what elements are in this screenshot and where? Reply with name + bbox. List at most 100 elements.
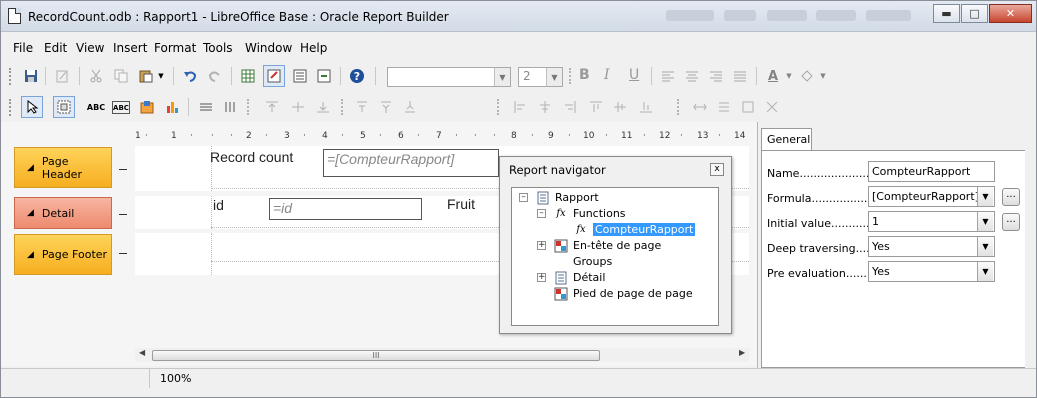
chevron-down-icon[interactable]: ▼ bbox=[977, 212, 993, 231]
menu-insert[interactable]: Insert bbox=[113, 41, 147, 55]
horizontal-scrollbar[interactable]: ◀ III ▶ bbox=[135, 348, 749, 362]
align-left-edge-icon[interactable] bbox=[511, 98, 529, 116]
chart-icon[interactable] bbox=[163, 98, 181, 116]
menu-help[interactable]: Help bbox=[300, 41, 327, 55]
undo-icon[interactable] bbox=[181, 67, 199, 85]
scroll-right-icon[interactable]: ▶ bbox=[739, 348, 745, 357]
tree-node-entete[interactable]: En-tête de page bbox=[554, 238, 661, 253]
align-center-icon[interactable] bbox=[683, 67, 701, 85]
initial-value-browse-button[interactable]: ... bbox=[1002, 213, 1020, 231]
name-field[interactable]: CompteurRapport bbox=[868, 161, 995, 182]
properties-scrollbar[interactable] bbox=[1025, 122, 1036, 368]
section-detail[interactable]: ◢ Detail bbox=[14, 197, 112, 229]
equal-size-icon[interactable] bbox=[739, 98, 757, 116]
align-bottom-edge-icon[interactable] bbox=[637, 98, 655, 116]
align-left-icon[interactable] bbox=[659, 67, 677, 85]
initial-value-field[interactable]: 1 ▼ bbox=[868, 211, 995, 232]
sorting-grouping-icon[interactable] bbox=[291, 67, 309, 85]
paste-icon[interactable] bbox=[137, 67, 155, 85]
record-count-label[interactable]: Record count bbox=[210, 149, 293, 165]
fruit-label[interactable]: Fruit bbox=[447, 196, 475, 212]
cut-icon[interactable] bbox=[87, 67, 105, 85]
font-size-combo[interactable]: 2 ▼ bbox=[518, 67, 563, 87]
formula-field[interactable]: [CompteurRapport] ▼ bbox=[868, 186, 995, 207]
section-page-header[interactable]: ◢ Page Header bbox=[14, 147, 112, 188]
expand-icon[interactable]: + bbox=[537, 241, 546, 250]
align-middle-icon[interactable] bbox=[289, 98, 307, 116]
deep-traversing-select[interactable]: Yes ▼ bbox=[868, 236, 995, 257]
menu-format[interactable]: Format bbox=[154, 41, 196, 55]
italic-icon[interactable]: I bbox=[604, 67, 610, 83]
justify-icon[interactable] bbox=[731, 67, 749, 85]
tab-general[interactable]: General bbox=[761, 128, 812, 150]
chevron-down-icon[interactable]: ▼ bbox=[818, 67, 828, 85]
font-name-combo[interactable]: ▼ bbox=[387, 67, 511, 87]
background-color-icon[interactable] bbox=[798, 67, 816, 85]
scrollbar-thumb[interactable]: III bbox=[152, 350, 600, 361]
shrink-icon[interactable] bbox=[353, 98, 371, 116]
shrink-bottom-icon[interactable] bbox=[401, 98, 419, 116]
chevron-down-icon[interactable]: ▼ bbox=[977, 237, 993, 256]
copy-icon[interactable] bbox=[112, 67, 130, 85]
collapse-icon[interactable]: – bbox=[537, 209, 546, 218]
section-page-footer[interactable]: ◢ Page Footer bbox=[14, 234, 112, 275]
collapse-triangle-icon[interactable]: ◢ bbox=[27, 163, 34, 173]
save-icon[interactable] bbox=[22, 67, 40, 85]
font-color-icon[interactable]: A bbox=[764, 67, 782, 85]
id-label[interactable]: id bbox=[213, 197, 224, 213]
menu-tools[interactable]: Tools bbox=[203, 41, 233, 55]
equal-height-icon[interactable] bbox=[715, 98, 733, 116]
menu-view[interactable]: View bbox=[76, 41, 104, 55]
menu-file[interactable]: File bbox=[13, 41, 33, 55]
collapse-triangle-icon[interactable]: ◢ bbox=[27, 250, 34, 260]
menu-window[interactable]: Window bbox=[245, 41, 292, 55]
chevron-down-icon[interactable]: ▼ bbox=[494, 68, 510, 86]
align-top-edge-icon[interactable] bbox=[587, 98, 605, 116]
tree-node-rapport[interactable]: Rapport bbox=[536, 190, 599, 205]
report-navigator-window[interactable]: Report navigator x – Rapport – fx Functi… bbox=[499, 156, 732, 334]
edit-icon[interactable] bbox=[53, 67, 71, 85]
tree-node-pied[interactable]: Pied de page de page bbox=[554, 286, 693, 301]
label-icon[interactable]: ABC bbox=[87, 98, 105, 116]
tree-node-functions[interactable]: fx Functions bbox=[554, 206, 625, 221]
record-count-field[interactable]: =[CompteurRapport] bbox=[323, 149, 499, 177]
select-area-icon[interactable] bbox=[53, 96, 75, 118]
chevron-down-icon[interactable]: ▼ bbox=[546, 68, 562, 86]
help-icon[interactable]: ? bbox=[348, 67, 366, 85]
id-field[interactable]: =id bbox=[269, 198, 422, 220]
collapse-triangle-icon[interactable]: ◢ bbox=[27, 208, 34, 218]
pre-evaluation-select[interactable]: Yes ▼ bbox=[868, 261, 995, 282]
close-button[interactable]: ✕ bbox=[989, 4, 1032, 23]
paste-dropdown-icon[interactable]: ▼ bbox=[156, 67, 166, 85]
tree-node-compteur[interactable]: fx CompteurRapport bbox=[574, 222, 696, 237]
align-top-icon[interactable] bbox=[263, 98, 281, 116]
select-pointer-icon[interactable] bbox=[21, 96, 43, 118]
collapse-icon[interactable]: – bbox=[519, 193, 528, 202]
chevron-down-icon[interactable]: ▼ bbox=[977, 262, 993, 281]
navigator-close-button[interactable]: x bbox=[710, 163, 724, 176]
chevron-down-icon[interactable]: ▼ bbox=[784, 67, 794, 85]
scroll-left-icon[interactable]: ◀ bbox=[139, 348, 145, 357]
grid-icon[interactable] bbox=[239, 67, 257, 85]
shrink-top-icon[interactable] bbox=[377, 98, 395, 116]
formula-browse-button[interactable]: ... bbox=[1002, 188, 1020, 206]
vertical-line-icon[interactable] bbox=[221, 98, 239, 116]
maximize-button[interactable]: □ bbox=[961, 4, 988, 23]
tree-node-groups[interactable]: Groups bbox=[554, 254, 612, 269]
bold-icon[interactable]: B bbox=[579, 67, 590, 83]
redo-icon[interactable] bbox=[206, 67, 224, 85]
align-center-h-icon[interactable] bbox=[536, 98, 554, 116]
align-right-edge-icon[interactable] bbox=[561, 98, 579, 116]
chevron-down-icon[interactable]: ▼ bbox=[977, 187, 993, 206]
expand-icon[interactable]: + bbox=[537, 273, 546, 282]
add-field-icon[interactable] bbox=[315, 67, 333, 85]
image-icon[interactable] bbox=[138, 98, 156, 116]
align-bottom-icon[interactable] bbox=[314, 98, 332, 116]
fit-size-icon[interactable] bbox=[763, 98, 781, 116]
underline-icon[interactable]: U bbox=[629, 67, 639, 83]
zoom-level[interactable]: 100% bbox=[149, 369, 191, 388]
equal-width-icon[interactable] bbox=[691, 98, 709, 116]
align-middle-v-icon[interactable] bbox=[611, 98, 629, 116]
minimize-button[interactable]: ▬ bbox=[933, 4, 960, 23]
menu-edit[interactable]: Edit bbox=[44, 41, 67, 55]
